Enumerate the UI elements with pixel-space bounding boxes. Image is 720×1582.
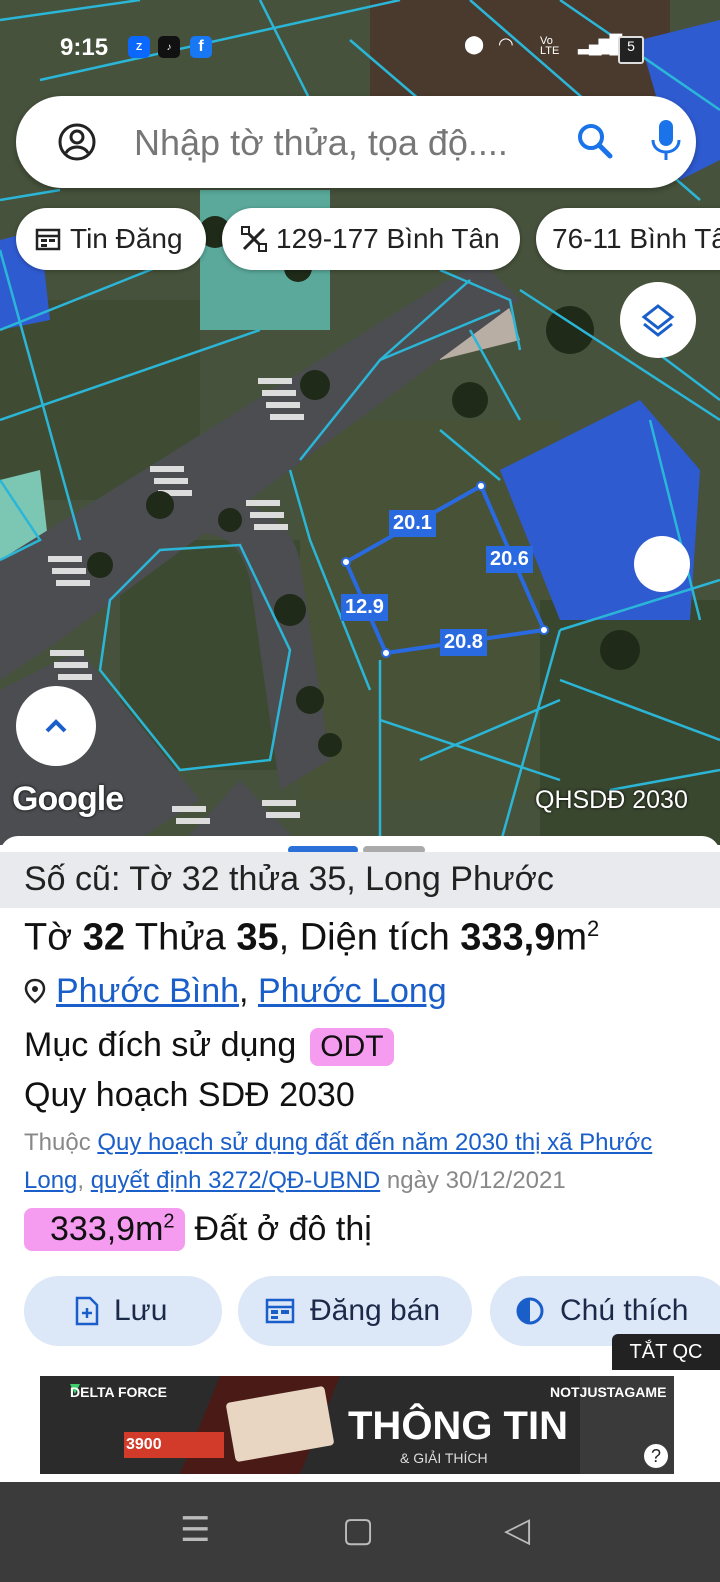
ad-help-icon[interactable]: ? bbox=[644, 1444, 668, 1468]
calendar-icon bbox=[35, 228, 61, 251]
purpose-label: Mục đích sử dụng bbox=[24, 1026, 297, 1064]
land-type: Đất ở đô thị bbox=[194, 1210, 372, 1248]
land-area-exponent: 2 bbox=[163, 1210, 175, 1233]
ward-link[interactable]: Phước Bình bbox=[56, 972, 239, 1010]
chip-label: 76-11 Bình Tân bbox=[552, 223, 720, 254]
location-icon: ⬤ bbox=[464, 34, 485, 54]
ad-price: 3900 bbox=[126, 1436, 162, 1453]
old-record-text: Số cũ: Tờ 32 thửa 35, Long Phước bbox=[24, 860, 554, 898]
button-label: Chú thích bbox=[560, 1294, 689, 1327]
map-marker-button[interactable] bbox=[634, 536, 690, 592]
location-pin-icon bbox=[24, 978, 46, 1004]
chip-label: Tin Đăng bbox=[70, 223, 183, 254]
facebook-icon: f bbox=[190, 36, 212, 58]
thua-value: 35 bbox=[236, 916, 279, 959]
ad-subheadline: & GIẢI THÍCH bbox=[400, 1450, 488, 1466]
area-label: , Diện tích bbox=[278, 916, 461, 959]
ad-headline: THÔNG TIN bbox=[348, 1404, 568, 1448]
plan-title: Quy hoạch SDĐ 2030 bbox=[24, 1076, 355, 1114]
mic-icon[interactable] bbox=[648, 118, 684, 164]
status-time: 9:15 bbox=[60, 34, 109, 61]
decision-link[interactable]: quyết định 3272/QĐ-UBND bbox=[91, 1167, 380, 1194]
area-exponent: 2 bbox=[587, 916, 600, 941]
system-nav-bar: ☰ ▢ ◁ bbox=[0, 1482, 720, 1582]
dimension-label: 12.9 bbox=[341, 594, 388, 621]
land-area-value: 333,9m bbox=[50, 1210, 164, 1248]
to-label: Tờ bbox=[24, 916, 83, 959]
dimension-label: 20.8 bbox=[440, 629, 487, 656]
chip-tin-dang[interactable]: Tin Đăng bbox=[16, 208, 206, 270]
wifi-icon: ◠ bbox=[498, 34, 514, 54]
ad-partner: NOTJUSTAGAME bbox=[550, 1384, 667, 1400]
tiktok-icon: ♪ bbox=[158, 36, 180, 58]
button-label: Đăng bán bbox=[310, 1294, 441, 1327]
ad-banner[interactable]: DELTA FORCE 3900 THÔNG TIN & GIẢI THÍCH … bbox=[40, 1376, 674, 1474]
plan-prefix: Thuộc bbox=[24, 1129, 98, 1156]
location-line: Phước Bình, Phước Long bbox=[24, 972, 447, 1011]
land-area-badge: 333,9m2 bbox=[24, 1208, 185, 1251]
chip-label: 129-177 Bình Tân bbox=[276, 223, 500, 254]
purpose-line: Mục đích sử dụng ODT bbox=[24, 1026, 394, 1066]
area-unit: m bbox=[555, 916, 588, 959]
ruler-cross-icon bbox=[241, 226, 267, 252]
map-view[interactable]: 20.1 20.6 12.9 20.8 9:15 Z ♪ f ⬤ ◠ Vo LT… bbox=[0, 0, 720, 845]
dimension-label: 20.6 bbox=[486, 546, 533, 573]
post-sale-button[interactable]: Đăng bán bbox=[238, 1276, 472, 1346]
dimension-label: 20.1 bbox=[389, 510, 436, 537]
search-icon[interactable] bbox=[574, 120, 616, 162]
add-file-icon bbox=[75, 1296, 99, 1326]
calendar-icon bbox=[265, 1298, 295, 1324]
layers-icon bbox=[641, 304, 675, 337]
old-record-bar: Số cũ: Tờ 32 thửa 35, Long Phước bbox=[0, 852, 720, 908]
menu-icon[interactable]: ☰ bbox=[180, 1510, 210, 1550]
status-bar: 9:15 Z ♪ f ⬤ ◠ Vo LTE ▂▄▆█ 5 bbox=[0, 30, 720, 66]
parcel-title: Tờ 32 Thửa 35, Diện tích 333,9m2 bbox=[24, 916, 599, 960]
separator: , bbox=[77, 1167, 91, 1194]
signal-icon: ▂▄▆█ bbox=[578, 34, 622, 54]
close-ad-button[interactable]: TẮT QC bbox=[612, 1334, 720, 1370]
chip-binh-tan-1[interactable]: 129-177 Bình Tân bbox=[222, 208, 520, 270]
expand-up-button[interactable] bbox=[16, 686, 96, 766]
thua-label: Thửa bbox=[124, 916, 237, 959]
battery-icon: 5 bbox=[618, 36, 644, 64]
save-button[interactable]: Lưu bbox=[24, 1276, 222, 1346]
district-link[interactable]: Phước Long bbox=[258, 972, 447, 1010]
google-logo: Google bbox=[12, 780, 124, 818]
chevron-up-icon bbox=[45, 719, 67, 733]
button-label: Lưu bbox=[114, 1294, 168, 1327]
home-icon[interactable]: ▢ bbox=[342, 1510, 374, 1550]
search-bar[interactable]: Nhập tờ thửa, tọa độ.... bbox=[16, 96, 696, 188]
zalo-icon: Z bbox=[128, 36, 150, 58]
chip-binh-tan-2[interactable]: 76-11 Bình Tân bbox=[536, 208, 720, 270]
contrast-icon bbox=[516, 1297, 544, 1325]
to-value: 32 bbox=[82, 916, 125, 959]
search-input[interactable]: Nhập tờ thửa, tọa độ.... bbox=[134, 122, 508, 164]
layers-button[interactable] bbox=[620, 282, 696, 358]
separator: , bbox=[239, 972, 249, 1010]
land-use-line: 333,9m2 Đất ở đô thị bbox=[24, 1208, 372, 1251]
decision-date: ngày 30/12/2021 bbox=[380, 1167, 566, 1194]
purpose-badge: ODT bbox=[310, 1028, 394, 1066]
account-icon[interactable] bbox=[58, 123, 96, 161]
plan-description: Thuộc Quy hoạch sử dụng đất đến năm 2030… bbox=[24, 1124, 714, 1200]
volte-icon: Vo LTE bbox=[540, 35, 560, 57]
area-value: 333,9 bbox=[460, 916, 556, 959]
back-icon[interactable]: ◁ bbox=[504, 1510, 530, 1550]
map-layer-label: QHSDĐ 2030 bbox=[535, 786, 688, 814]
ad-brand: DELTA FORCE bbox=[70, 1384, 167, 1400]
